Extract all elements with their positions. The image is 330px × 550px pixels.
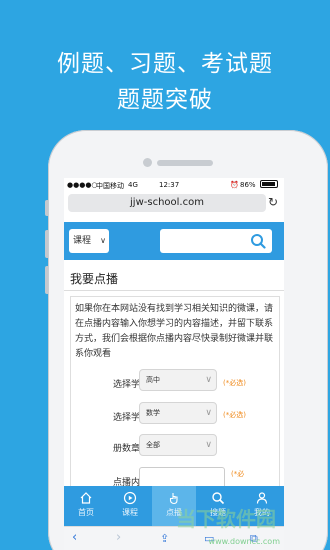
promo-headline: 例题、习题、考试题 bbox=[57, 51, 273, 77]
camera-icon bbox=[143, 158, 152, 167]
content-required: (*必 bbox=[231, 470, 245, 478]
form-description: 如果你在本网站没有找到学习相关知识的微课，请在点播内容输入你想学习的内容描述，并… bbox=[75, 304, 274, 359]
play-icon bbox=[123, 491, 137, 505]
speaker-grille bbox=[157, 160, 213, 166]
watermark-logo: 当下软件园 bbox=[176, 507, 276, 531]
chevron-down-icon: ∨ bbox=[205, 375, 212, 385]
chevron-down-icon: ∨ bbox=[205, 440, 212, 450]
tab-home[interactable]: 首页 bbox=[64, 486, 108, 526]
url-field[interactable]: jjw-school.com bbox=[68, 194, 266, 212]
forward-icon[interactable]: › bbox=[116, 530, 121, 545]
promo-subheadline: 题题突破 bbox=[117, 87, 213, 113]
chapter-select-value: 全部 bbox=[146, 441, 160, 449]
signal-strength: ●●●●○ bbox=[67, 181, 98, 189]
battery-level: 86% bbox=[240, 181, 256, 189]
course-dropdown[interactable]: 课程 ∨ bbox=[69, 229, 109, 253]
site-header: 课程 ∨ bbox=[64, 222, 284, 260]
search-input[interactable] bbox=[160, 229, 272, 253]
subject-select-value: 数学 bbox=[146, 409, 160, 417]
alarm-icon: ⏰ bbox=[230, 181, 239, 189]
search-icon[interactable] bbox=[250, 233, 266, 249]
stage-select[interactable]: 高中 ∨ bbox=[139, 369, 217, 391]
carrier-name: 中国移动 bbox=[96, 182, 124, 190]
subject-required: (*必选) bbox=[223, 411, 246, 419]
home-icon bbox=[80, 492, 92, 504]
chevron-down-icon: ∨ bbox=[205, 408, 212, 418]
share-icon[interactable]: ⇪ bbox=[160, 532, 169, 545]
watermark-url: www.downcc.com bbox=[208, 537, 280, 546]
tab-courses[interactable]: 课程 bbox=[108, 486, 152, 526]
stage-required: (*必选) bbox=[223, 379, 246, 387]
tab-courses-label: 课程 bbox=[122, 508, 138, 517]
battery-icon bbox=[260, 180, 278, 188]
phone-screen: ●●●●○ 中国移动 4G 12:37 ⏰ 86% jjw-school.com… bbox=[64, 178, 284, 550]
status-time: 12:37 bbox=[159, 181, 180, 189]
chapter-select[interactable]: 全部 ∨ bbox=[139, 434, 217, 456]
stage-select-value: 高中 bbox=[146, 376, 160, 384]
course-dropdown-label: 课程 bbox=[73, 236, 92, 246]
status-bar: ●●●●○ 中国移动 4G 12:37 ⏰ 86% bbox=[64, 178, 284, 192]
volume-down-button bbox=[45, 266, 48, 294]
page-title: 我要点播 bbox=[70, 272, 119, 286]
tab-home-label: 首页 bbox=[78, 508, 94, 517]
address-bar: jjw-school.com ↻ bbox=[64, 192, 284, 214]
mute-switch bbox=[45, 200, 48, 216]
back-icon[interactable]: ‹ bbox=[72, 530, 77, 545]
chevron-down-icon: ∨ bbox=[100, 236, 106, 245]
reload-icon[interactable]: ↻ bbox=[268, 195, 278, 209]
subject-select[interactable]: 数学 ∨ bbox=[139, 402, 217, 424]
title-divider bbox=[64, 290, 284, 291]
network-type: 4G bbox=[128, 181, 138, 189]
volume-up-button bbox=[45, 230, 48, 258]
